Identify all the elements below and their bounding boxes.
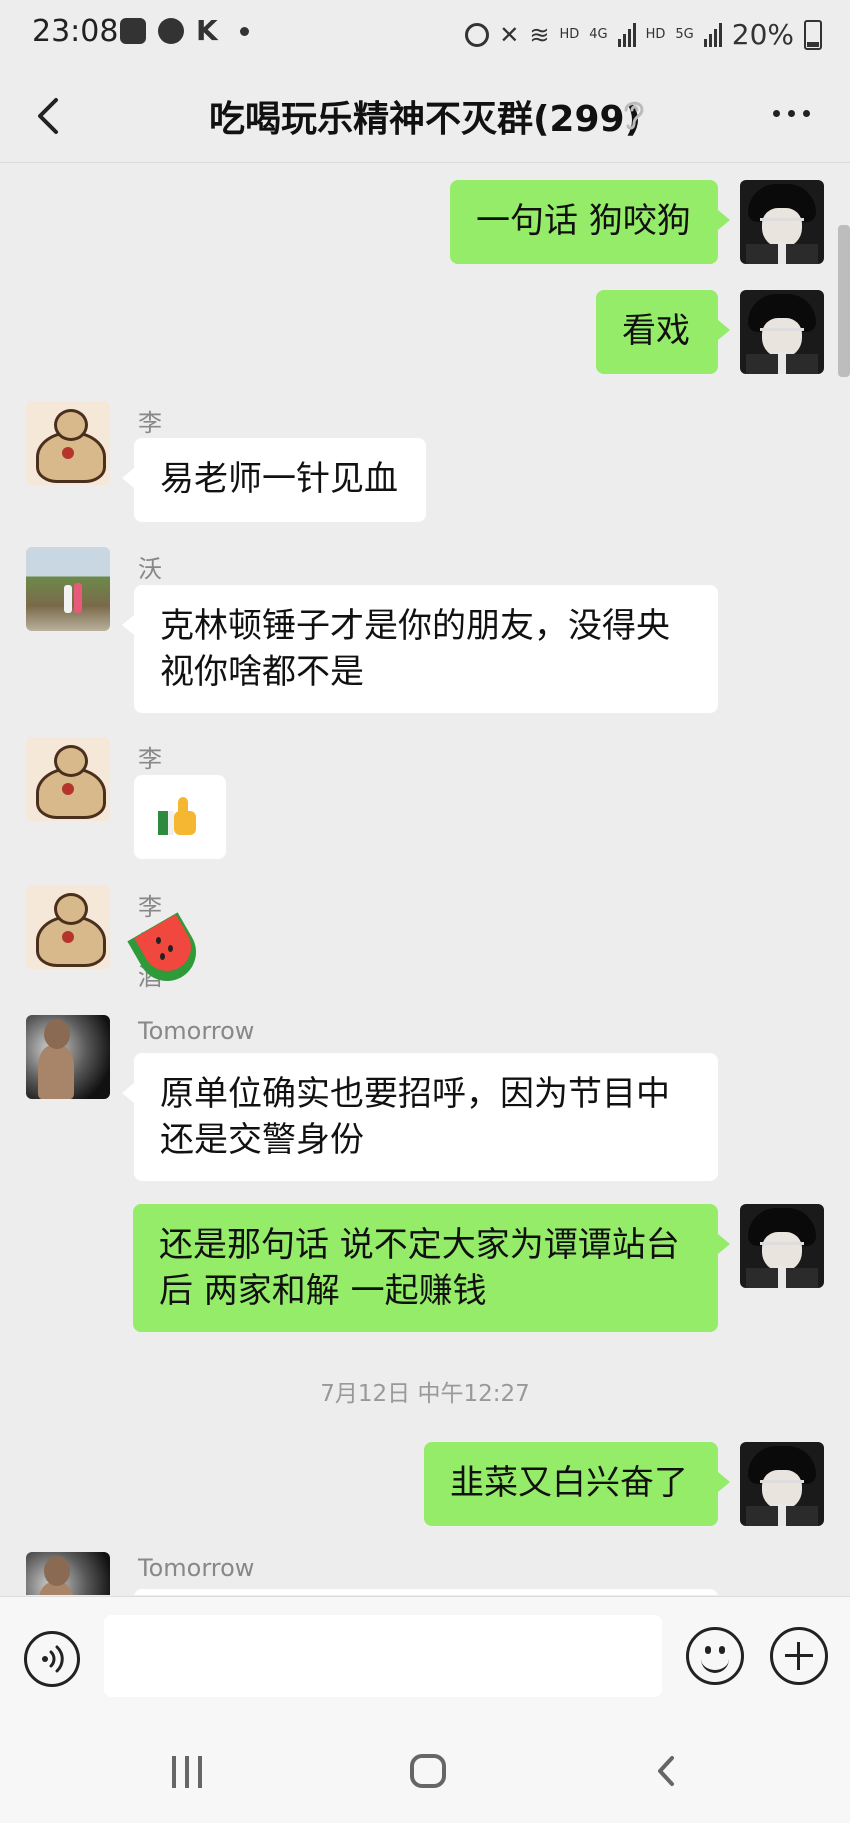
- k-notification-icon: K: [196, 14, 218, 47]
- more-icon[interactable]: [773, 110, 810, 117]
- mute-icon: ✕: [499, 20, 520, 49]
- message-input[interactable]: [104, 1615, 662, 1697]
- avatar[interactable]: [26, 1015, 110, 1099]
- message-bubble[interactable]: [134, 775, 226, 859]
- home-icon[interactable]: [410, 1754, 446, 1788]
- avatar[interactable]: [26, 401, 110, 485]
- message-bubble[interactable]: 原单位确实也要招呼，因为节目中还是交警身份: [122, 1053, 718, 1181]
- app-notification-icon: [158, 18, 184, 44]
- avatar[interactable]: [26, 1552, 110, 1595]
- message-list[interactable]: 一句话 狗咬狗 看戏 李卖酒 易老师一针见血 沃特伐克 克林顿锤子才是你的朋友，…: [0, 163, 850, 1595]
- message-timestamp: 7月12日 中午12:27: [320, 1381, 530, 1407]
- recent-apps-icon[interactable]: [172, 1756, 202, 1788]
- message-bubble[interactable]: 还是那句话 说不定大家为谭谭站台后 两家和解 一起赚钱: [133, 1204, 730, 1332]
- sender-name: Tomorrow: [138, 1017, 255, 1045]
- emoji-icon[interactable]: [686, 1627, 744, 1685]
- plus-icon[interactable]: [770, 1627, 828, 1685]
- network-4g-label: 4G: [589, 27, 608, 42]
- message-bubble[interactable]: [134, 1589, 718, 1595]
- watermelon-icon[interactable]: [127, 912, 207, 992]
- wifi-icon: ≋: [529, 20, 550, 49]
- message-bubble[interactable]: 韭菜又白兴奋了: [424, 1442, 730, 1526]
- status-bar: 23:08 K ✕ ≋ HD 4G HD 5G 20%: [0, 0, 850, 70]
- avatar[interactable]: [740, 180, 824, 264]
- status-time: 23:08: [32, 14, 119, 49]
- avatar[interactable]: [740, 290, 824, 374]
- signal-icon-2: [703, 22, 722, 47]
- network-5g-label: 5G: [675, 27, 694, 42]
- ear-icon: [624, 101, 644, 130]
- chat-title: 吃喝玩乐精神不灭群(299): [208, 99, 642, 140]
- back-icon[interactable]: [652, 1754, 680, 1788]
- input-bar: [0, 1596, 850, 1721]
- avatar[interactable]: [26, 547, 110, 631]
- message-bubble[interactable]: 易老师一针见血: [122, 438, 426, 522]
- gallery-notification-icon: [120, 18, 146, 44]
- message-bubble[interactable]: 克林顿锤子才是你的朋友，没得央视你啥都不是: [122, 585, 718, 713]
- battery-icon: [804, 19, 822, 50]
- scrollbar[interactable]: [838, 225, 850, 377]
- avatar[interactable]: [26, 737, 110, 821]
- hd-label-1: HD: [559, 27, 580, 42]
- message-bubble[interactable]: 看戏: [596, 290, 730, 374]
- avatar[interactable]: [740, 1442, 824, 1526]
- voice-icon[interactable]: [24, 1631, 80, 1687]
- system-navigation-bar: [0, 1720, 850, 1823]
- more-notifications-dot-icon: [239, 26, 249, 36]
- signal-icon-1: [617, 22, 636, 47]
- chat-header: 吃喝玩乐精神不灭群(299): [0, 70, 850, 163]
- avatar[interactable]: [26, 885, 110, 969]
- message-bubble[interactable]: 一句话 狗咬狗: [450, 180, 730, 264]
- avatar[interactable]: [740, 1204, 824, 1288]
- battery-percent: 20%: [731, 18, 794, 51]
- alarm-icon: [465, 22, 490, 47]
- hd-label-2: HD: [645, 27, 666, 42]
- thumbs-up-icon: [158, 797, 198, 837]
- sender-name: Tomorrow: [138, 1554, 255, 1582]
